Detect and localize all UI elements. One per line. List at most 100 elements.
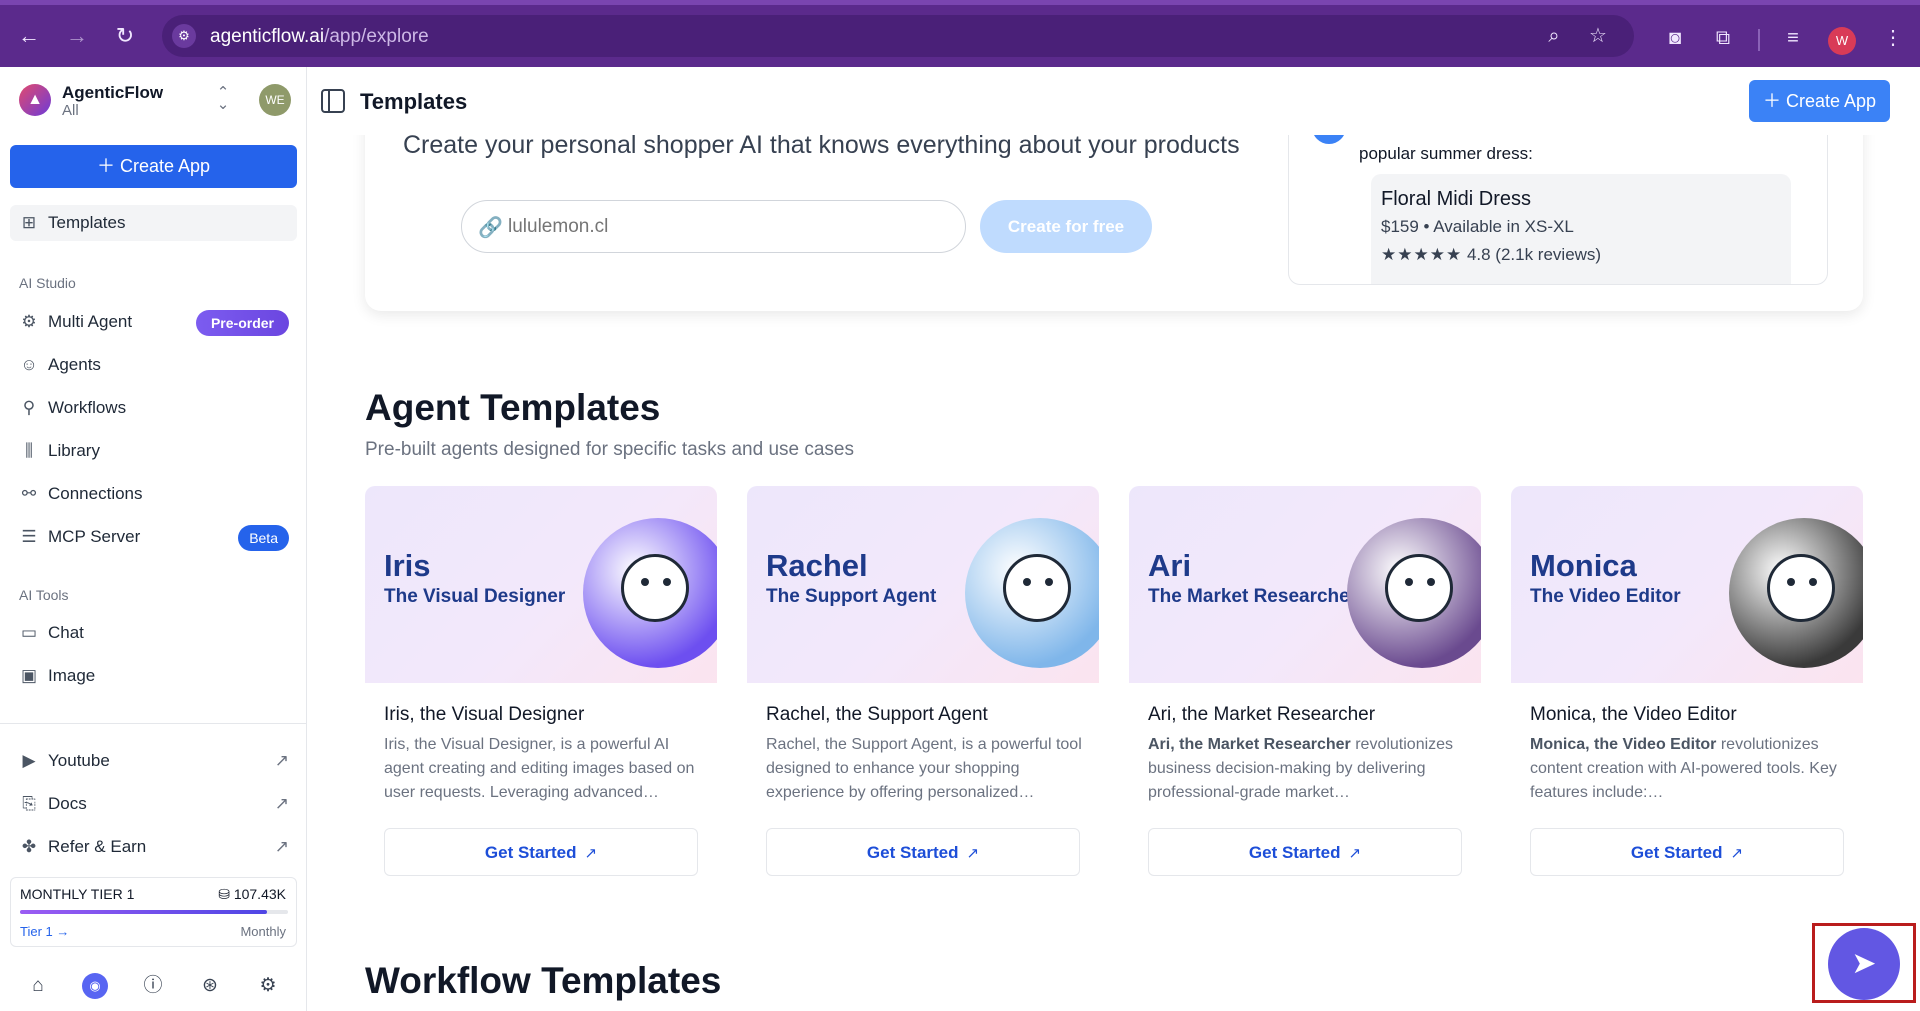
get-started-button[interactable]: Get Started ↗ [1148,828,1462,876]
main-content[interactable]: Create your personal shopper AI that kno… [307,135,1920,1011]
reload-icon[interactable]: ↻ [110,21,140,51]
get-started-button[interactable]: Get Started ↗ [384,828,698,876]
plus-icon: ＋ [1762,91,1786,111]
sidebar-item-mcp-server[interactable]: ☰ MCP Server Beta [10,519,297,555]
plus-icon: ＋ [96,156,120,176]
url-text[interactable]: agenticflow.ai/app/explore [210,26,429,48]
send-icon: ➤ [1851,947,1877,980]
external-link-icon: ↗ [1348,845,1362,862]
link-icon: 🔗 [478,217,503,239]
brand-sub[interactable]: All [62,102,79,119]
mascot-eye [1045,578,1053,586]
agent-mascot-illustration [965,518,1099,668]
mascot-eye [641,578,649,586]
sidebar-item-workflows[interactable]: ⚲ Workflows [10,390,297,426]
chevron-updown-icon[interactable]: ⌃ ⌄ [212,85,234,113]
card-title: Monica, the Video Editor [1530,704,1737,725]
tier-link[interactable]: Tier 1 → [20,924,69,939]
forward-icon[interactable]: → [62,21,92,51]
card-banner: Rachel The Support Agent [747,486,1099,683]
brand-logo: ▲ [19,84,51,116]
agent-mascot-illustration [1729,518,1863,668]
card-banner: Ari The Market Researcher [1129,486,1481,683]
sidebar-footer: ⌂ ◉ ⓘ ⊛ ⚙ [0,961,306,1011]
address-bar[interactable]: ⚙ agenticflow.ai/app/explore ⌕ ☆ [162,15,1634,57]
menu-dots-icon[interactable]: ⋮ [1880,25,1906,51]
sidebar-item-templates[interactable]: ⊞ Templates [10,205,297,241]
sidebar-item-image[interactable]: ▣ Image [10,658,297,694]
hero-subtitle: Create your personal shopper AI that kno… [403,135,1240,159]
bookmark-star-icon[interactable]: ☆ [1586,24,1610,48]
agent-template-card[interactable]: Rachel The Support Agent Rachel, the Suppo… [747,486,1099,882]
sidebar-divider [0,723,306,724]
agent-role: The Visual Designer [384,586,566,607]
card-description: Ari, the Market Researcher revolutionize… [1148,736,1454,801]
agent-template-card[interactable]: Iris The Visual Designer Iris, the Visual … [365,486,717,882]
back-icon[interactable]: ← [14,21,44,51]
extensions-icon[interactable]: ⧉ [1710,25,1736,51]
avatar[interactable]: WE [259,84,291,116]
sidebar-item-refer-earn[interactable]: ✤ Refer & Earn ↗ [10,829,297,865]
card-description: Rachel, the Support Agent, is a powerful… [766,736,1082,801]
agent-template-card[interactable]: Monica The Video Editor Monica, the Video … [1511,486,1863,882]
gift-icon: ✤ [21,837,37,856]
mascot-eye [1787,578,1795,586]
sidebar-toggle-icon[interactable] [321,89,345,113]
library-icon: ⫼ [25,441,33,460]
get-started-button[interactable]: Get Started ↗ [766,828,1080,876]
profile-avatar[interactable]: W [1828,27,1856,55]
sidebar-item-multi-agent[interactable]: ⚙ Multi Agent Pre-order [10,304,297,340]
mcp-server-icon: ☰ [21,527,37,546]
chat-message: popular summer dress: [1359,144,1533,163]
discord-icon[interactable]: ◉ [82,973,108,999]
media-control-icon[interactable]: ≡ [1780,25,1806,51]
sidebar-item-youtube[interactable]: ▶ Youtube ↗ [10,743,297,779]
get-started-button[interactable]: Get Started ↗ [1530,828,1844,876]
home-icon[interactable]: ⌂ [25,973,51,999]
settings-icon[interactable]: ⚙ [255,973,281,999]
agent-role: The Video Editor [1530,586,1681,607]
create-app-header-button[interactable]: ＋ Create App [1749,80,1890,122]
ai-studio-heading: AI Studio [19,275,76,291]
brand-name[interactable]: AgenticFlow [62,83,163,103]
create-for-free-button[interactable]: Create for free [980,200,1152,253]
agent-name: Iris [384,548,431,583]
sidebar-item-connections[interactable]: ⚯ Connections [10,476,297,512]
agent-name: Monica [1530,548,1637,583]
external-link-icon: ↗ [966,845,980,862]
agents-icon: ☺ [20,355,38,374]
tier-progress-bar [20,910,288,914]
tier-credits: ⛁ 107.43K [218,886,286,902]
chat-icon: ▭ [20,623,38,642]
ai-tools-heading: AI Tools [19,587,69,603]
pre-order-badge[interactable]: Pre-order [195,310,289,336]
product-meta: $159 • Available in XS-XL [1381,217,1574,236]
send-feedback-button[interactable]: ➤ [1828,928,1900,1000]
agent-name: Rachel [766,548,868,583]
tier-progress-fill [20,910,267,914]
agent-templates-title: Agent Templates [365,387,661,428]
workflows-icon: ⚲ [22,398,36,417]
assistant-avatar [1312,135,1346,144]
product-name: Floral Midi Dress [1381,188,1532,210]
agent-templates-subtitle: Pre-built agents designed for specific t… [365,439,854,460]
zoom-icon[interactable]: ⌕ [1542,24,1566,48]
support-icon[interactable]: ⊛ [197,973,223,999]
sidebar-item-docs[interactable]: ⎘ Docs ↗ [10,786,297,822]
website-url-input[interactable] [508,214,948,240]
site-settings-icon[interactable]: ⚙ [172,24,196,48]
mascot-eye [1023,578,1031,586]
sidebar-item-library[interactable]: ⫼ Library [10,433,297,469]
sidebar-item-chat[interactable]: ▭ Chat [10,615,297,651]
card-description: Iris, the Visual Designer, is a powerful… [384,736,695,801]
camera-icon[interactable]: ◙ [1662,25,1688,51]
help-icon[interactable]: ⓘ [140,973,166,999]
create-app-button[interactable]: ＋ Create App [10,145,297,188]
mascot-face [1003,554,1071,622]
website-url-field[interactable]: 🔗 [461,200,966,253]
card-banner: Iris The Visual Designer [365,486,717,683]
toolbar-separator [1758,29,1760,51]
agent-template-card[interactable]: Ari The Market Researcher Ari, the Market … [1129,486,1481,882]
sidebar-item-agents[interactable]: ☺ Agents [10,347,297,383]
tier-usage-card[interactable]: MONTHLY TIER 1 ⛁ 107.43K Tier 1 → Monthl… [10,877,297,947]
